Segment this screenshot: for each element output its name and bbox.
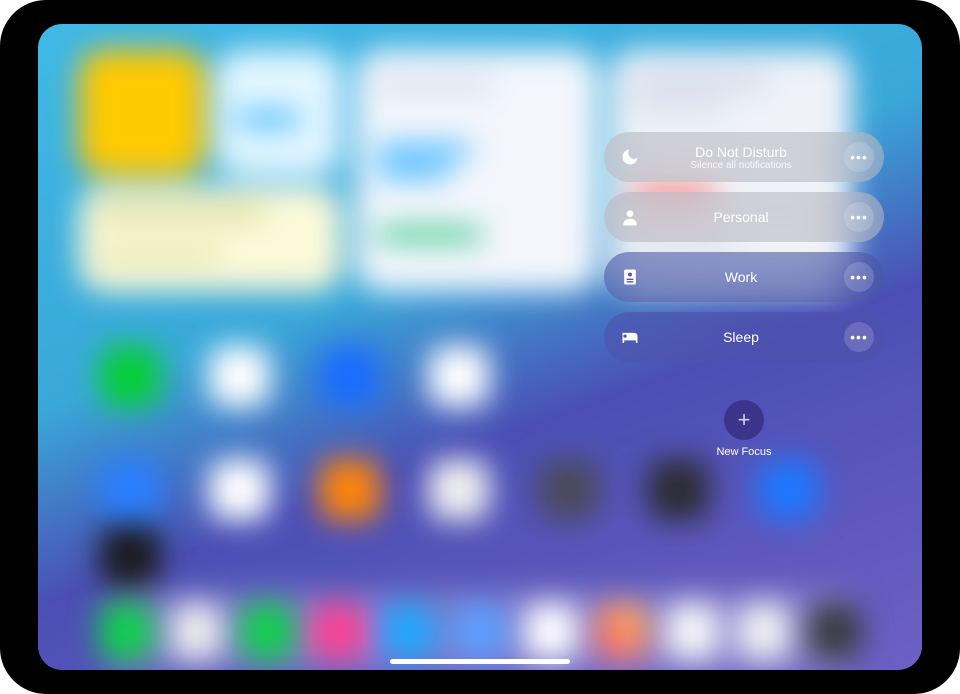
more-icon[interactable]: ••• (844, 202, 874, 232)
bed-icon (614, 321, 646, 353)
new-focus[interactable]: + New Focus (716, 400, 771, 458)
device-frame: Do Not Disturb Silence all notifications… (0, 0, 960, 694)
moon-icon (614, 141, 646, 173)
focus-item-title: Personal (646, 209, 836, 225)
focus-item-sleep[interactable]: Sleep ••• (604, 312, 884, 362)
badge-icon (614, 261, 646, 293)
focus-menu: Do Not Disturb Silence all notifications… (604, 132, 884, 458)
focus-item-title: Work (646, 269, 836, 285)
focus-item-personal[interactable]: Personal ••• (604, 192, 884, 242)
focus-item-dnd[interactable]: Do Not Disturb Silence all notifications… (604, 132, 884, 182)
screen: Do Not Disturb Silence all notifications… (38, 24, 922, 670)
focus-item-work[interactable]: Work ••• (604, 252, 884, 302)
focus-item-subtitle: Silence all notifications (646, 160, 836, 171)
person-icon (614, 201, 646, 233)
home-indicator[interactable] (390, 659, 570, 664)
focus-item-title: Sleep (646, 329, 836, 345)
new-focus-label: New Focus (716, 446, 771, 458)
more-icon[interactable]: ••• (844, 262, 874, 292)
plus-icon[interactable]: + (724, 400, 764, 440)
more-icon[interactable]: ••• (844, 142, 874, 172)
more-icon[interactable]: ••• (844, 322, 874, 352)
focus-item-title: Do Not Disturb (646, 144, 836, 160)
